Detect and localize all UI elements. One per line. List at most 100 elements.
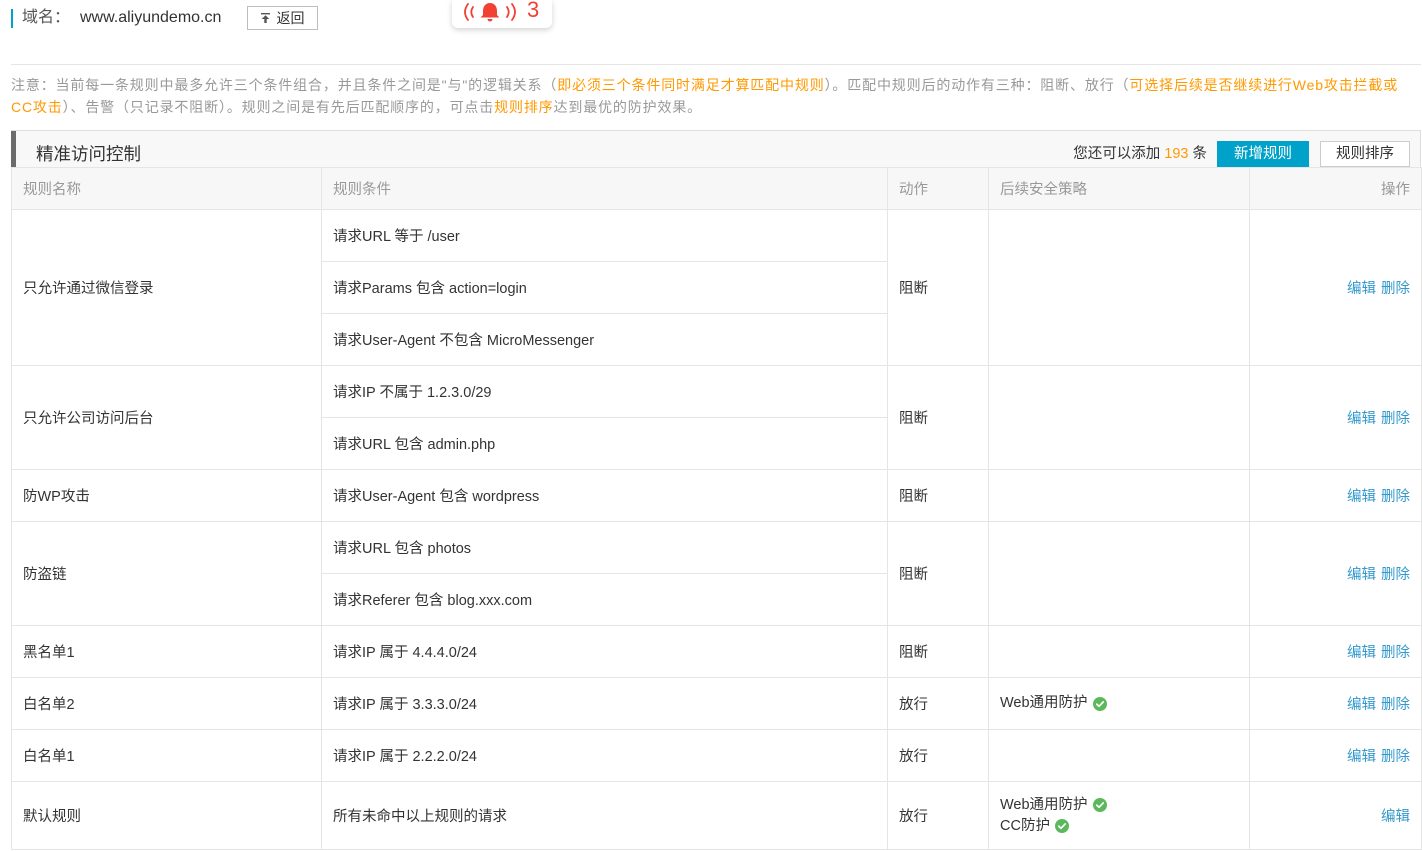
table-header: 规则名称 规则条件 动作 后续安全策略 操作: [11, 167, 1422, 210]
rule-name: 黑名单1: [11, 625, 322, 678]
edit-link[interactable]: 编辑: [1347, 697, 1376, 713]
rule-operations: 编辑 删除: [1249, 677, 1422, 730]
rule-policy: [988, 469, 1250, 522]
rule-row: 只允许公司访问后台 请求IP 不属于 1.2.3.0/29 阻断 编辑 删除: [11, 365, 1422, 470]
rule-operations: 编辑: [1249, 781, 1422, 850]
column-header-operations: 操作: [1249, 167, 1422, 210]
rule-row: 防WP攻击 请求User-Agent 包含 wordpress 阻断 编辑 删除: [11, 469, 1422, 522]
panel-title: 精准访问控制: [36, 144, 141, 164]
back-button-label: 返回: [276, 10, 305, 26]
delete-link[interactable]: 删除: [1381, 749, 1410, 765]
column-header-name: 规则名称: [11, 167, 322, 210]
edit-link[interactable]: 编辑: [1347, 411, 1376, 427]
rule-action: 放行: [887, 729, 989, 782]
sort-rules-button[interactable]: 规则排序: [1320, 141, 1410, 167]
policy-label: Web通用防护: [1000, 796, 1088, 813]
column-header-action: 动作: [887, 167, 989, 210]
rule-name: 白名单1: [11, 729, 322, 782]
rule-row: 默认规则 所有未命中以上规则的请求 放行 Web通用防护 CC防护 编辑: [11, 781, 1422, 850]
rule-operations: 编辑 删除: [1249, 469, 1422, 522]
rule-operations: 编辑 删除: [1249, 729, 1422, 782]
delete-link[interactable]: 删除: [1381, 489, 1410, 505]
rule-operations: 编辑 删除: [1249, 625, 1422, 678]
panel-header: 精准访问控制 您还可以添加 193 条 新增规则 规则排序: [11, 130, 1421, 167]
edit-link[interactable]: 编辑: [1347, 567, 1376, 583]
header-divider: [11, 64, 1421, 65]
edit-link[interactable]: 编辑: [1347, 489, 1376, 505]
rule-action: 阻断: [887, 521, 989, 626]
rule-condition: 请求URL 包含 photos: [321, 521, 888, 574]
delete-link[interactable]: 删除: [1381, 645, 1410, 661]
rule-policy: [988, 729, 1250, 782]
rules-table: 规则名称 规则条件 动作 后续安全策略 操作 只允许通过微信登录 请求URL 等于…: [11, 167, 1422, 850]
notice-highlight: 即必须三个条件同时满足才算匹配中规则: [557, 77, 825, 93]
rule-policy: [988, 209, 1250, 366]
edit-link[interactable]: 编辑: [1347, 281, 1376, 297]
rule-policy: [988, 625, 1250, 678]
header-row: 规则名称 规则条件 动作 后续安全策略 操作: [11, 167, 1422, 210]
edit-link[interactable]: 编辑: [1381, 809, 1410, 825]
rule-condition: 请求IP 不属于 1.2.3.0/29: [321, 365, 888, 418]
edit-link[interactable]: 编辑: [1347, 645, 1376, 661]
rule-condition: 请求Referer 包含 blog.xxx.com: [321, 573, 888, 626]
rule-name: 默认规则: [11, 781, 322, 850]
rule-name: 只允许通过微信登录: [11, 209, 322, 366]
rules-notice: 注意：当前每一条规则中最多允许三个条件组合，并且条件之间是"与"的逻辑关系（即必…: [11, 74, 1411, 118]
edit-link[interactable]: 编辑: [1347, 749, 1376, 765]
bell-alarm-icon: [464, 3, 516, 22]
notification-count: 3: [527, 0, 540, 22]
rule-name: 白名单2: [11, 677, 322, 730]
back-button[interactable]: 返回: [247, 6, 318, 30]
rule-condition: 请求User-Agent 不包含 MicroMessenger: [321, 313, 888, 366]
delete-link[interactable]: 删除: [1381, 567, 1410, 583]
rule-quota: 您还可以添加 193 条: [1073, 142, 1207, 166]
add-rule-button[interactable]: 新增规则: [1217, 141, 1309, 167]
rule-policy: Web通用防护: [988, 677, 1250, 730]
rule-action: 放行: [887, 677, 989, 730]
policy-item: Web通用防护: [1000, 693, 1238, 714]
rule-row: 白名单1 请求IP 属于 2.2.2.0/24 放行 编辑 删除: [11, 729, 1422, 782]
notice-text: ）。匹配中规则后的动作有三种：阻断、放行（: [824, 77, 1130, 93]
rule-condition: 请求IP 属于 4.4.4.0/24: [321, 625, 888, 678]
column-header-policy: 后续安全策略: [988, 167, 1250, 210]
rule-operations: 编辑 删除: [1249, 209, 1422, 366]
delete-link[interactable]: 删除: [1381, 697, 1410, 713]
upload-icon: [260, 13, 270, 23]
quota-prefix: 您还可以添加: [1073, 146, 1161, 162]
rule-action: 放行: [887, 781, 989, 850]
rule-operations: 编辑 删除: [1249, 365, 1422, 470]
delete-link[interactable]: 删除: [1381, 411, 1410, 427]
rule-action: 阻断: [887, 365, 989, 470]
alarm-notification[interactable]: 3: [452, 0, 552, 28]
delete-link[interactable]: 删除: [1381, 281, 1410, 297]
table-body: 只允许通过微信登录 请求URL 等于 /user 阻断 编辑 删除 请求Params 包含…: [11, 209, 1422, 850]
domain-accent-bar: [11, 9, 13, 28]
rule-policy: Web通用防护 CC防护: [988, 781, 1250, 850]
rule-condition: 请求User-Agent 包含 wordpress: [321, 469, 888, 522]
rule-action: 阻断: [887, 469, 989, 522]
rule-condition: 请求Params 包含 action=login: [321, 261, 888, 314]
policy-label: Web通用防护: [1000, 695, 1088, 711]
check-circle-icon: [1092, 798, 1107, 812]
rule-condition: 请求URL 包含 admin.php: [321, 417, 888, 470]
notice-text: ）、告警（只记录不阻断）。规则之间是有先后匹配顺序的，可点击: [62, 99, 495, 115]
check-circle-icon: [1092, 696, 1107, 711]
domain-label: 域名：: [22, 9, 71, 26]
rule-row: 防盗链 请求URL 包含 photos 阻断 编辑 删除: [11, 521, 1422, 626]
policy-item: Web通用防护: [1000, 795, 1238, 816]
rule-action: 阻断: [887, 625, 989, 678]
rule-condition: 请求URL 等于 /user: [321, 209, 888, 262]
quota-suffix: 条: [1192, 146, 1208, 162]
notice-text: 达到最优的防护效果。: [553, 99, 703, 115]
rule-row: 只允许通过微信登录 请求URL 等于 /user 阻断 编辑 删除: [11, 209, 1422, 366]
rule-name: 防盗链: [11, 521, 322, 626]
policy-item: CC防护: [1000, 816, 1238, 837]
column-header-conditions: 规则条件: [321, 167, 888, 210]
notice-highlight: 规则排序: [494, 99, 554, 115]
rule-row: 白名单2 请求IP 属于 3.3.3.0/24 放行 Web通用防护 编辑 删除: [11, 677, 1422, 730]
rule-name: 只允许公司访问后台: [11, 365, 322, 470]
rule-policy: [988, 365, 1250, 470]
panel-accent-bar: [11, 131, 16, 167]
quota-count: 193: [1164, 146, 1189, 162]
notice-text: 注意：当前每一条规则中最多允许三个条件组合，并且条件之间是"与"的逻辑关系（: [11, 77, 558, 93]
